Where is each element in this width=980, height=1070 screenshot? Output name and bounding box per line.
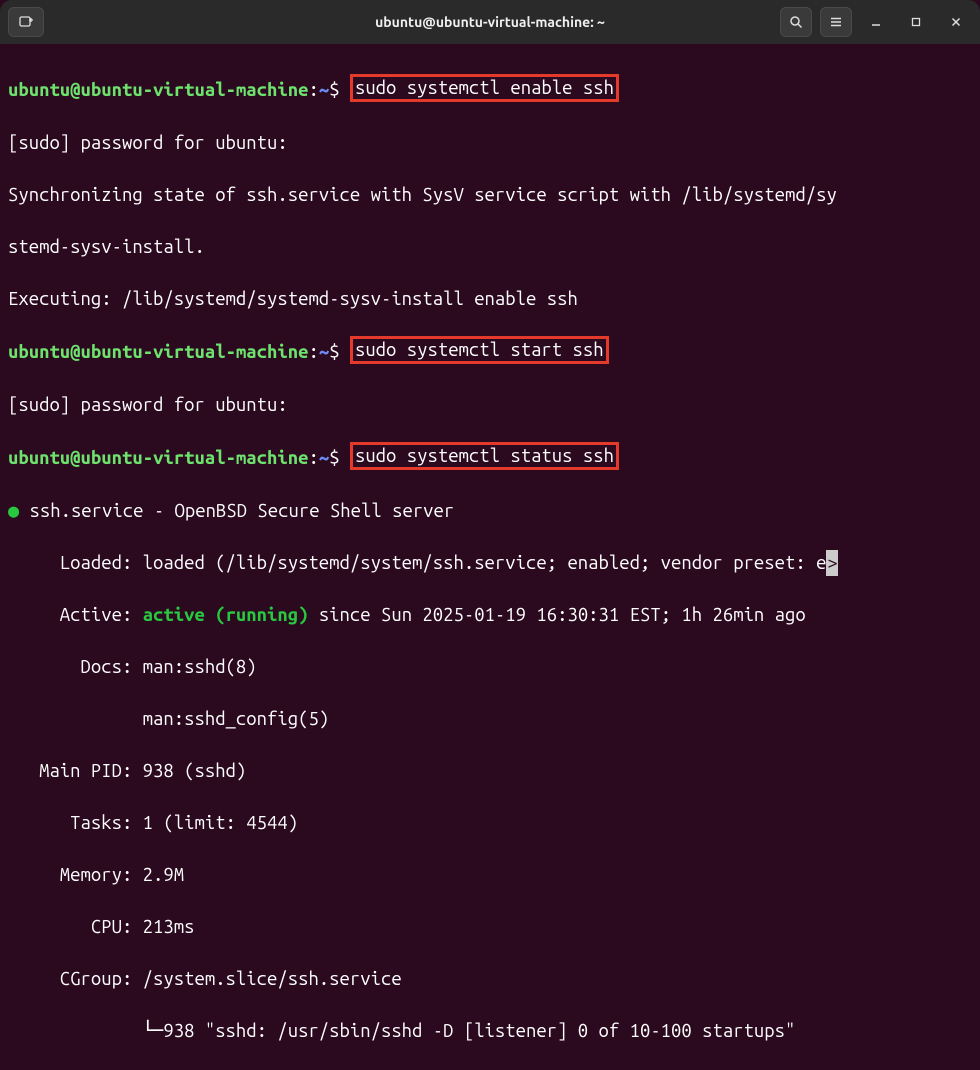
prompt-colon: : [308, 80, 318, 100]
output-line: [sudo] password for ubuntu: [8, 130, 972, 156]
window-titlebar: ubuntu@ubuntu-virtual-machine: ~ [0, 0, 980, 44]
service-status-header: ● ssh.service - OpenBSD Secure Shell ser… [8, 498, 972, 524]
output-line: Synchronizing state of ssh.service with … [8, 182, 972, 208]
new-tab-icon [18, 14, 34, 30]
highlighted-command-3: sudo systemctl status ssh [350, 442, 619, 470]
output-line: └─938 "sshd: /usr/sbin/sshd -D [listener… [8, 1018, 972, 1044]
prompt-path: ~ [319, 80, 329, 100]
menu-button[interactable] [820, 7, 852, 37]
active-status-value: active (running) [143, 605, 309, 625]
scroll-indicator: > [826, 550, 838, 576]
status-dot-icon: ● [8, 501, 19, 521]
maximize-icon [910, 16, 922, 28]
minimize-icon [870, 16, 882, 28]
output-line: CPU: 213ms [8, 914, 972, 940]
active-status-line: Active: active (running) since Sun 2025-… [8, 602, 972, 628]
highlighted-command-2: sudo systemctl start ssh [350, 336, 609, 364]
search-icon [789, 15, 803, 29]
prompt-dollar: $ [329, 80, 350, 100]
close-button[interactable] [940, 7, 972, 37]
output-line: Main PID: 938 (sshd) [8, 758, 972, 784]
prompt-at: @ [70, 80, 80, 100]
prompt-line-2: ubuntu@ubuntu-virtual-machine:~$ sudo sy… [8, 338, 972, 366]
output-line: Executing: /lib/systemd/systemd-sysv-ins… [8, 286, 972, 312]
output-line: Memory: 2.9M [8, 862, 972, 888]
maximize-button[interactable] [900, 7, 932, 37]
output-line: CGroup: /system.slice/ssh.service [8, 966, 972, 992]
search-button[interactable] [780, 7, 812, 37]
new-tab-button[interactable] [8, 7, 44, 37]
output-line: Docs: man:sshd(8) [8, 654, 972, 680]
output-line: Tasks: 1 (limit: 4544) [8, 810, 972, 836]
prompt-line-3: ubuntu@ubuntu-virtual-machine:~$ sudo sy… [8, 444, 972, 472]
output-line: Loaded: loaded (/lib/systemd/system/ssh.… [8, 550, 972, 576]
hamburger-icon [829, 15, 843, 29]
output-line: [sudo] password for ubuntu: [8, 392, 972, 418]
output-line: man:sshd_config(5) [8, 706, 972, 732]
output-line: stemd-sysv-install. [8, 234, 972, 260]
highlighted-command-1: sudo systemctl enable ssh [350, 74, 619, 102]
terminal-content[interactable]: ubuntu@ubuntu-virtual-machine:~$ sudo sy… [0, 44, 980, 1070]
prompt-host: ubuntu-virtual-machine [81, 80, 309, 100]
minimize-button[interactable] [860, 7, 892, 37]
window-title: ubuntu@ubuntu-virtual-machine: ~ [375, 9, 605, 35]
prompt-line-1: ubuntu@ubuntu-virtual-machine:~$ sudo sy… [8, 76, 972, 104]
prompt-user: ubuntu [8, 80, 70, 100]
close-icon [950, 16, 962, 28]
